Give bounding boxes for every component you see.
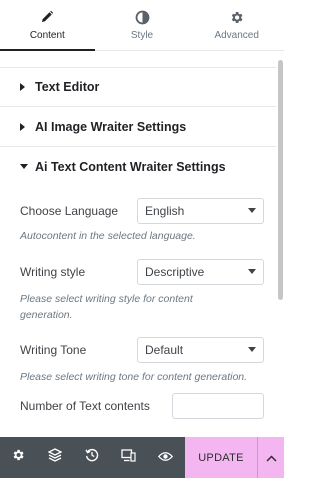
chevron-up-icon	[265, 449, 277, 467]
tab-advanced[interactable]: Advanced	[189, 0, 284, 50]
chevron-down-icon	[248, 269, 256, 274]
language-select[interactable]: English	[137, 197, 264, 224]
section-image-settings-title: AI Image Wraiter Settings	[35, 119, 187, 134]
tab-content-label: Content	[29, 30, 65, 41]
tab-style-label: Style	[130, 30, 154, 41]
update-button[interactable]: UPDATE	[185, 437, 257, 478]
language-label: Choose Language	[20, 203, 119, 218]
caret-right-icon	[20, 122, 30, 131]
navigator-button[interactable]	[37, 437, 74, 478]
section-image-settings[interactable]: AI Image Wraiter Settings	[0, 107, 276, 147]
language-value: English	[145, 203, 185, 218]
style-label: Writing style	[20, 264, 86, 279]
caret-down-icon	[20, 164, 30, 170]
content-panel: Text Editor AI Image Wraiter Settings Ai…	[0, 52, 276, 437]
count-row: Number of Text contents	[20, 392, 276, 419]
responsive-mode-button[interactable]	[110, 437, 147, 478]
language-row: Choose Language English	[20, 197, 276, 224]
chevron-down-icon	[248, 347, 256, 352]
panel-footer: UPDATE	[0, 437, 284, 478]
preview-button[interactable]	[147, 437, 184, 478]
eye-icon	[157, 449, 173, 467]
style-select[interactable]: Descriptive	[137, 258, 264, 285]
panel-tabs: Content Style Advanced	[0, 0, 284, 51]
style-value: Descriptive	[145, 264, 205, 279]
count-label: Number of Text contents	[20, 398, 150, 413]
tone-row: Writing Tone Default	[20, 336, 276, 363]
history-icon	[85, 448, 99, 467]
section-text-settings-title: Ai Text Content Wraiter Settings	[35, 160, 226, 174]
section-text-editor-title: Text Editor	[35, 80, 100, 94]
style-row: Writing style Descriptive	[20, 258, 276, 285]
count-input[interactable]	[172, 392, 264, 419]
tone-select[interactable]: Default	[137, 336, 264, 363]
section-text-settings[interactable]: Ai Text Content Wraiter Settings	[0, 147, 276, 187]
tone-label: Writing Tone	[20, 342, 87, 357]
half-circle-icon	[135, 9, 150, 25]
chevron-down-icon	[248, 208, 256, 213]
tab-style[interactable]: Style	[95, 0, 190, 50]
tab-content[interactable]: Content	[0, 0, 95, 51]
layers-icon	[47, 448, 63, 467]
history-button[interactable]	[73, 437, 110, 478]
section-text-editor[interactable]: Text Editor	[0, 67, 276, 107]
language-description: Autocontent in the selected language.	[20, 230, 196, 242]
responsive-icon	[121, 448, 136, 467]
settings-button[interactable]	[0, 437, 37, 478]
gear-icon	[11, 448, 25, 467]
text-settings-controls: Choose Language English Autocontent in t…	[0, 187, 276, 419]
pencil-icon	[40, 9, 54, 25]
tab-advanced-label: Advanced	[214, 30, 259, 41]
style-description: Please select writing style for content …	[20, 293, 193, 321]
tone-description: Please select writing tone for content g…	[20, 371, 248, 383]
gear-icon	[229, 9, 244, 25]
caret-right-icon	[20, 83, 30, 91]
panel-scrollbar[interactable]	[278, 60, 283, 300]
save-options-button[interactable]	[257, 437, 284, 478]
tone-value: Default	[145, 342, 184, 357]
